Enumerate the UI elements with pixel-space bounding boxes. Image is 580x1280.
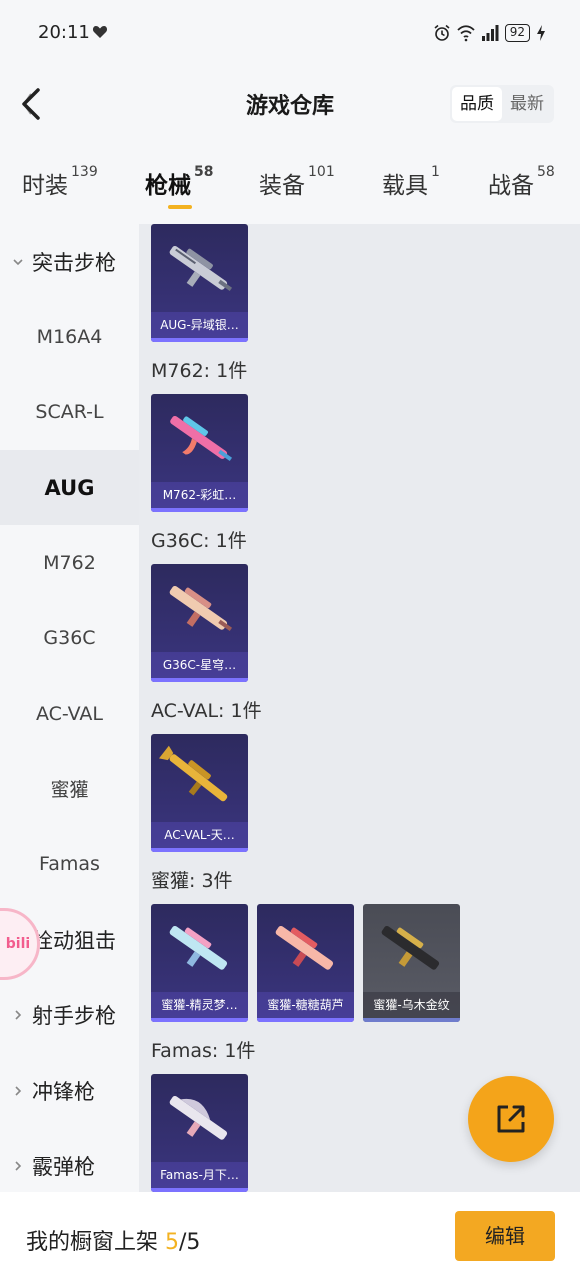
- subnav-label: 栓动狙击: [32, 928, 116, 953]
- header: 游戏仓库 品质 最新: [0, 62, 580, 146]
- subnav-label: 突击步枪: [32, 250, 116, 275]
- weapon-skin-list: AUG-异域银… M762: 1件 M762-彩虹… G36C: 1件 G36C…: [139, 224, 580, 1192]
- bilibili-logo: bili: [5, 936, 31, 952]
- signal-icon: [481, 25, 499, 41]
- rifle-g36c-image: [169, 586, 233, 632]
- weapon-card-honey-badger-3[interactable]: 蜜獾-乌木金纹: [363, 904, 460, 1022]
- back-arrow-icon[interactable]: [14, 84, 48, 124]
- weapon-card-famas[interactable]: Famas-月下…: [151, 1074, 248, 1192]
- rifle-honey-badger-image: [275, 926, 334, 970]
- share-button[interactable]: [468, 1076, 554, 1162]
- status-icons: 92: [433, 22, 546, 44]
- rifle-famas-image: [169, 1096, 228, 1140]
- section-label-g36c: G36C: 1件: [151, 530, 247, 552]
- rifle-ac-val-image: [159, 745, 228, 802]
- sort-toggle: 品质 最新: [450, 85, 554, 123]
- tab-outfits[interactable]: 时装139: [22, 164, 98, 200]
- battery-indicator: 92: [504, 24, 530, 42]
- subnav-item-g36c[interactable]: G36C: [0, 600, 139, 675]
- tab-count: 1: [431, 164, 440, 180]
- charging-icon: [537, 25, 545, 41]
- tab-supplies[interactable]: 战备58: [488, 164, 555, 200]
- section-label-honey-badger: 蜜獾: 3件: [151, 870, 233, 892]
- rarity-stripe: [151, 678, 248, 682]
- showcase-total: /5: [179, 1230, 201, 1255]
- tab-label: 时装: [22, 173, 68, 199]
- share-icon: [497, 1105, 525, 1133]
- weapon-card-name: Famas-月下…: [151, 1162, 248, 1188]
- rarity-stripe: [363, 1018, 460, 1022]
- subnav-label: 霰弹枪: [32, 1154, 95, 1179]
- weapon-card-name: 蜜獾-乌木金纹: [363, 992, 460, 1018]
- tab-label: 枪械: [145, 173, 191, 199]
- subnav-item-m762[interactable]: M762: [0, 525, 139, 600]
- subnav-group-smgs[interactable]: 冲锋枪: [0, 1053, 139, 1128]
- subnav-item-honey-badger[interactable]: 蜜獾: [0, 751, 139, 826]
- bottom-bar: 我的橱窗上架 5/5 编辑: [0, 1192, 580, 1280]
- tab-label: 载具: [382, 173, 428, 199]
- subnav-group-marksman-rifles[interactable]: 射手步枪: [0, 977, 139, 1052]
- active-tab-indicator: [168, 205, 192, 209]
- weapon-type-sidebar: 突击步枪 M16A4 SCAR-L AUG M762 G36C AC-VAL 蜜…: [0, 224, 139, 1192]
- tab-count: 139: [71, 164, 98, 180]
- weapon-card-aug[interactable]: AUG-异域银…: [151, 224, 248, 342]
- showcase-status: 我的橱窗上架 5/5: [26, 1224, 200, 1256]
- weapon-card-ac-val[interactable]: AC-VAL-天…: [151, 734, 248, 852]
- subnav-item-m16a4[interactable]: M16A4: [0, 299, 139, 374]
- category-tabs: 时装139 枪械58 装备101 载具1 战备58: [0, 146, 580, 224]
- rifle-honey-badger-image: [381, 926, 440, 970]
- weapon-card-m762[interactable]: M762-彩虹…: [151, 394, 248, 512]
- chevron-right-icon: [15, 1009, 22, 1020]
- weapon-card-name: 蜜獾-精灵梦…: [151, 992, 248, 1018]
- rarity-stripe: [151, 848, 248, 852]
- rifle-aug-image: [169, 246, 233, 292]
- chevron-right-icon: [15, 1160, 22, 1171]
- weapon-card-name: 蜜獾-糖糖葫芦: [257, 992, 354, 1018]
- heart-icon: [92, 26, 108, 38]
- section-label-m762: M762: 1件: [151, 360, 248, 382]
- subnav-item-ac-val[interactable]: AC-VAL: [0, 676, 139, 751]
- subnav-item-scar-l[interactable]: SCAR-L: [0, 374, 139, 449]
- section-label-famas: Famas: 1件: [151, 1040, 256, 1062]
- status-bar: 20:11 92: [0, 0, 580, 62]
- tab-vehicles[interactable]: 载具1: [382, 164, 440, 200]
- weapon-card-name: AUG-异域银…: [151, 312, 248, 338]
- rarity-stripe: [151, 508, 248, 512]
- rifle-honey-badger-image: [169, 926, 228, 970]
- tab-weapons[interactable]: 枪械58: [145, 164, 214, 200]
- weapon-card-honey-badger-1[interactable]: 蜜獾-精灵梦…: [151, 904, 248, 1022]
- showcase-current-count: 5: [165, 1230, 179, 1255]
- clock: 20:11: [38, 22, 90, 43]
- rarity-stripe: [151, 1018, 248, 1022]
- subnav-item-famas[interactable]: Famas: [0, 826, 139, 901]
- weapon-card-name: AC-VAL-天…: [151, 822, 248, 848]
- subnav-label: 射手步枪: [32, 1003, 116, 1028]
- tab-equipment[interactable]: 装备101: [259, 164, 335, 200]
- section-label-ac-val: AC-VAL: 1件: [151, 700, 262, 722]
- edit-button[interactable]: 编辑: [455, 1211, 555, 1261]
- tab-count: 58: [194, 164, 214, 180]
- showcase-label: 我的橱窗上架: [26, 1230, 165, 1255]
- weapon-card-g36c[interactable]: G36C-星穹…: [151, 564, 248, 682]
- subnav-group-assault-rifles[interactable]: 突击步枪: [0, 224, 139, 299]
- sort-by-latest-button[interactable]: 最新: [502, 87, 552, 121]
- weapon-card-name: G36C-星穹…: [151, 652, 248, 678]
- tab-label: 装备: [259, 173, 305, 199]
- alarm-icon: [434, 24, 450, 41]
- weapon-card-honey-badger-2[interactable]: 蜜獾-糖糖葫芦: [257, 904, 354, 1022]
- chevron-right-icon: [15, 1085, 22, 1096]
- weapon-card-name: M762-彩虹…: [151, 482, 248, 508]
- rifle-m762-image: [170, 416, 233, 462]
- chevron-down-icon: [13, 258, 23, 265]
- sort-by-quality-button[interactable]: 品质: [452, 87, 502, 121]
- tab-label: 战备: [488, 173, 534, 199]
- rarity-stripe: [151, 338, 248, 342]
- subnav-item-aug[interactable]: AUG: [0, 450, 139, 525]
- rarity-stripe: [257, 1018, 354, 1022]
- tab-count: 58: [537, 164, 555, 180]
- subnav-label: 冲锋枪: [32, 1079, 95, 1104]
- tab-count: 101: [308, 164, 335, 180]
- wifi-icon: [457, 25, 475, 42]
